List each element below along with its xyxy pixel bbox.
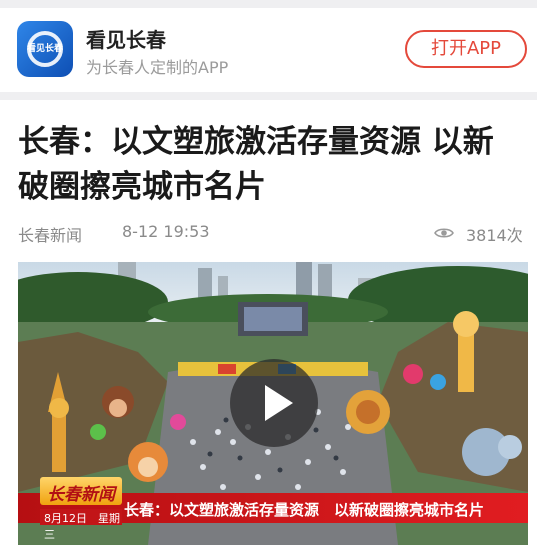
news-caption-text: 长春：以文塑旅激活存量资源 以新破圈擦亮城市名片 xyxy=(124,501,485,519)
broadcast-date-text: 8月12日 星期三 xyxy=(44,512,120,541)
program-logo-text: 长春新闻 xyxy=(47,485,115,505)
article-title: 长春：以文塑旅激活存量资源 以新破圈擦亮城市名片 xyxy=(18,124,494,205)
article: 长春：以文塑旅激活存量资源 以新破圈擦亮城市名片 长春新闻 8-12 19:53… xyxy=(0,100,537,545)
program-logo: 长春新闻 xyxy=(40,477,122,505)
app-tagline: 为长春人定制的APP xyxy=(86,58,229,77)
article-meta: 长春新闻 8-12 19:53 3814次 xyxy=(18,222,523,246)
play-button[interactable] xyxy=(230,359,318,447)
app-logo: 看见长春 xyxy=(17,21,73,77)
article-source[interactable]: 长春新闻 xyxy=(18,222,82,246)
app-name: 看见长春 xyxy=(86,28,166,52)
eye-icon xyxy=(434,228,454,238)
app-logo-text: 看见长春 xyxy=(26,44,63,54)
play-icon xyxy=(265,385,293,421)
app-download-banner[interactable]: 看见长春 看见长春 为长春人定制的APP 打开APP xyxy=(0,8,537,92)
open-app-button[interactable]: 打开APP xyxy=(405,30,527,68)
video-player[interactable]: 长春：以文塑旅激活存量资源 以新破圈擦亮城市名片 长春新闻 8月12日 星期三 xyxy=(18,262,528,545)
view-count: 3814次 xyxy=(466,226,523,245)
status-gap xyxy=(0,0,537,8)
broadcast-date: 8月12日 星期三 xyxy=(40,509,122,541)
article-date: 8-12 19:53 xyxy=(122,222,210,241)
